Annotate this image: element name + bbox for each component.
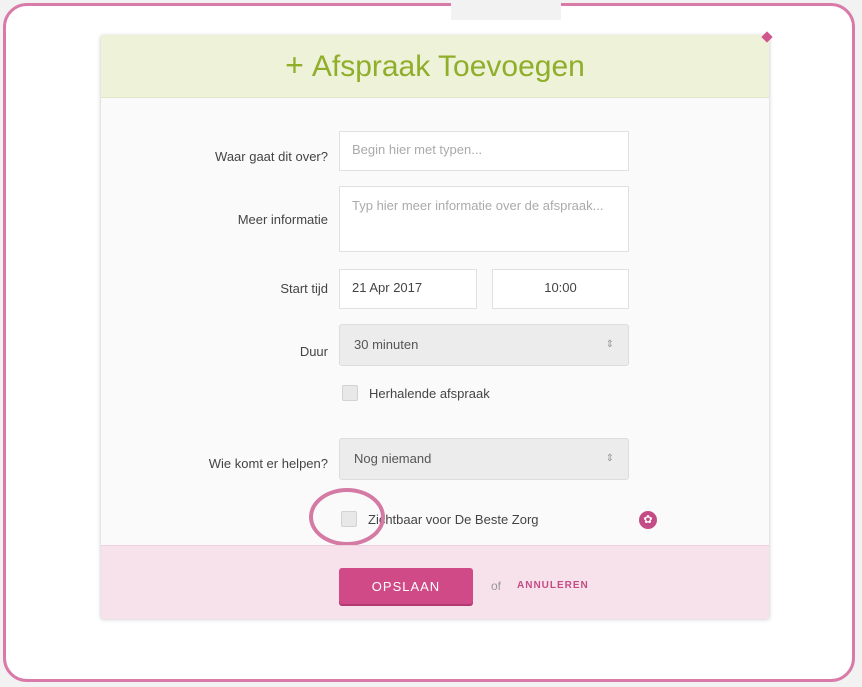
start-time-input[interactable]: 10:00: [492, 269, 629, 309]
duration-select[interactable]: 30 minuten ⇕: [339, 324, 629, 366]
dialog-title-text: Afspraak Toevoegen: [311, 50, 585, 83]
dialog-header: + Afspraak Toevoegen: [101, 31, 773, 98]
helper-value: Nog niemand: [354, 451, 432, 466]
start-label: Start tijd: [280, 281, 328, 296]
save-button[interactable]: OPSLAAN: [339, 568, 473, 604]
visible-label: Zichtbaar voor De Beste Zorg: [368, 512, 539, 527]
info-textarea[interactable]: Typ hier meer informatie over de afspraa…: [339, 186, 629, 252]
recurring-label: Herhalende afspraak: [369, 386, 490, 401]
select-arrows-icon: ⇕: [605, 339, 614, 350]
dialog-title: + Afspraak Toevoegen: [101, 35, 769, 97]
duration-value: 30 minuten: [354, 337, 419, 352]
or-text: of: [491, 579, 502, 593]
cancel-link[interactable]: ANNULEREN: [517, 580, 589, 591]
frame-notch: [451, 0, 561, 20]
plus-icon: +: [285, 47, 304, 83]
subject-input[interactable]: Begin hier met typen...: [339, 131, 629, 171]
dialog-footer: OPSLAAN of ANNULEREN: [101, 545, 769, 619]
helper-select[interactable]: Nog niemand ⇕: [339, 438, 629, 480]
start-date-input[interactable]: 21 Apr 2017: [339, 269, 477, 309]
add-appointment-dialog: + Afspraak Toevoegen Waar gaat dit over? …: [101, 31, 773, 619]
duration-label: Duur: [299, 344, 328, 359]
info-label: Meer informatie: [237, 212, 328, 227]
select-arrows-icon: ⇕: [605, 453, 614, 464]
helper-label: Wie komt er helpen?: [208, 456, 328, 471]
info-icon[interactable]: ✿: [639, 511, 657, 529]
subject-label: Waar gaat dit over?: [215, 149, 328, 164]
highlight-ring: [309, 488, 385, 546]
recurring-checkbox[interactable]: [342, 385, 358, 401]
